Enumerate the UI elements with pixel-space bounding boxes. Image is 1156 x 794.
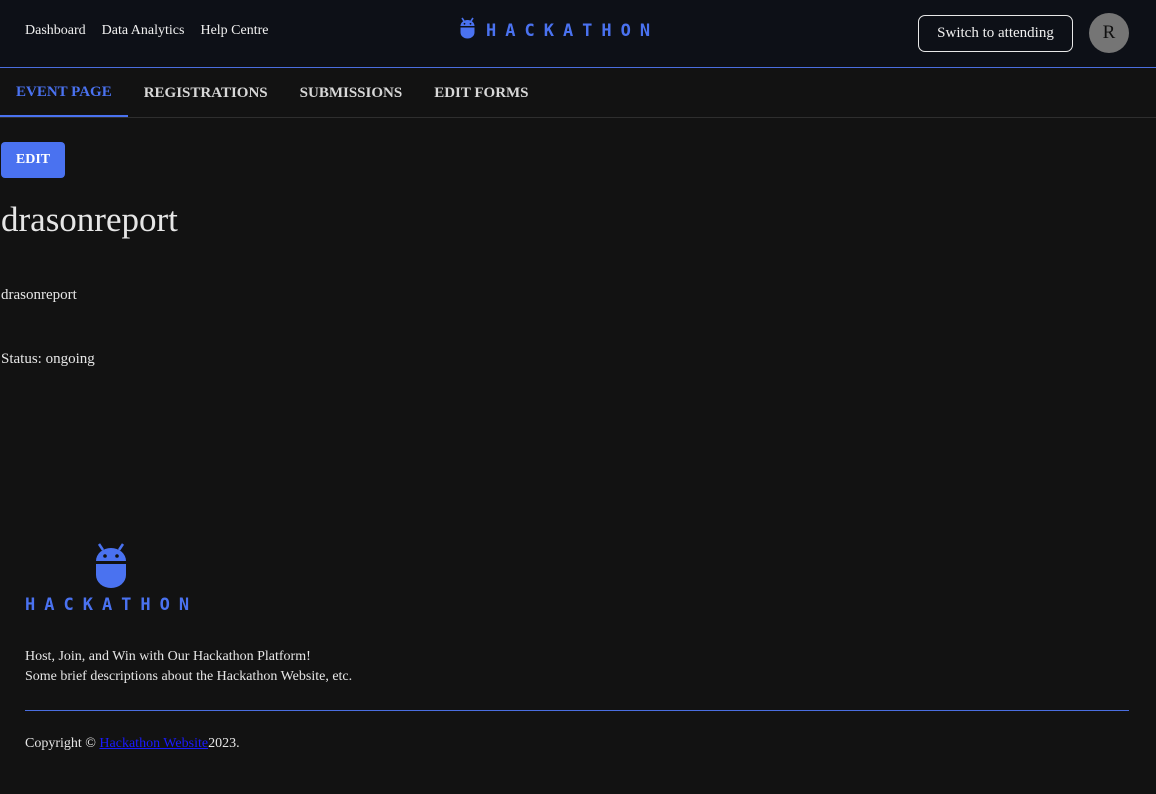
event-description: drasonreport <box>1 287 77 303</box>
page-title: drasonreport <box>1 200 178 239</box>
switch-to-attending-button[interactable]: Switch to attending <box>918 15 1073 52</box>
footer-tagline-line-2: Some brief descriptions about the Hackat… <box>25 669 353 684</box>
copyright-suffix: 2023. <box>208 736 240 751</box>
android-robot-icon <box>459 17 476 44</box>
tab-edit-forms[interactable]: EDIT FORMS <box>418 69 544 117</box>
avatar[interactable]: R <box>1089 13 1129 53</box>
top-bar: Dashboard Data Analytics Help Centre HAC… <box>0 0 1156 68</box>
footer-tagline-line-1: Host, Join, and Win with Our Hackathon P… <box>25 649 311 664</box>
edit-button[interactable]: EDIT <box>1 142 65 178</box>
nav-help-centre[interactable]: Help Centre <box>200 23 268 39</box>
copyright-prefix: Copyright © <box>25 736 100 751</box>
nav-dashboard[interactable]: Dashboard <box>25 23 86 39</box>
brand-logo[interactable]: HACKATHON <box>459 17 659 44</box>
top-nav: Dashboard Data Analytics Help Centre <box>25 23 269 39</box>
footer-android-robot-icon <box>94 542 128 593</box>
event-status: Status: ongoing <box>1 351 95 367</box>
brand-name: HACKATHON <box>486 20 660 41</box>
nav-data-analytics[interactable]: Data Analytics <box>102 23 185 39</box>
footer-divider <box>25 710 1129 711</box>
copyright: Copyright © Hackathon Website2023. <box>25 736 240 752</box>
tab-registrations[interactable]: REGISTRATIONS <box>128 69 284 117</box>
footer-tagline: Host, Join, and Win with Our Hackathon P… <box>25 647 352 687</box>
footer-brand-name: HACKATHON <box>25 595 199 615</box>
tab-event-page[interactable]: EVENT PAGE <box>0 69 128 117</box>
event-tabs: EVENT PAGE REGISTRATIONS SUBMISSIONS EDI… <box>0 69 1156 118</box>
tab-submissions[interactable]: SUBMISSIONS <box>284 69 419 117</box>
hackathon-website-link[interactable]: Hackathon Website <box>99 736 208 751</box>
